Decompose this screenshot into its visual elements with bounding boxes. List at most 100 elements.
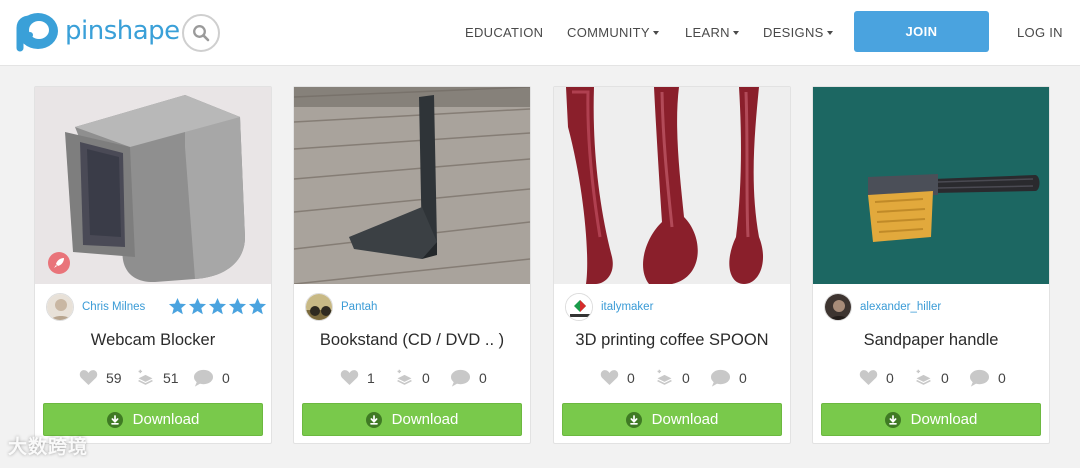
design-stats: 59 51 0 — [35, 369, 271, 389]
comments-count: 0 — [222, 370, 230, 386]
likes-stat[interactable]: 0 — [859, 369, 894, 386]
download-icon — [365, 411, 382, 428]
design-title[interactable]: 3D printing coffee SPOON — [554, 331, 790, 350]
design-thumbnail[interactable] — [294, 87, 530, 284]
download-button[interactable]: Download — [821, 403, 1041, 436]
design-card[interactable]: Chris Milnes Webcam Blocker 59 51 0 Down… — [34, 86, 272, 444]
brand-name: pinshape — [65, 16, 180, 46]
star-icon — [248, 297, 267, 316]
avatar[interactable] — [824, 293, 852, 321]
comment-icon — [193, 369, 214, 387]
download-button[interactable]: Download — [562, 403, 782, 436]
author-name[interactable]: Chris Milnes — [82, 301, 145, 313]
rocket-icon — [54, 258, 64, 268]
likes-stat[interactable]: 1 — [340, 369, 375, 386]
design-stats: 1 0 0 — [294, 369, 530, 389]
star-icon — [208, 297, 227, 316]
download-label: Download — [132, 411, 200, 428]
likes-stat[interactable]: 0 — [600, 369, 635, 386]
nav-education-label: EDUCATION — [465, 25, 544, 40]
download-label: Download — [910, 411, 978, 428]
makes-stat: 51 — [136, 369, 179, 386]
author-row: alexander_hiller — [824, 293, 941, 321]
search-button[interactable] — [182, 14, 220, 52]
makes-count: 51 — [163, 369, 179, 386]
design-title[interactable]: Bookstand (CD / DVD .. ) — [294, 331, 530, 350]
download-icon — [106, 411, 123, 428]
watermark: 大数跨境 — [8, 432, 88, 459]
site-header: pinshape EDUCATION COMMUNITY LEARN DESIG… — [0, 0, 1080, 66]
design-title[interactable]: Webcam Blocker — [35, 331, 271, 350]
nav-learn[interactable]: LEARN — [685, 25, 739, 40]
author-name[interactable]: italymaker — [601, 301, 653, 313]
download-label: Download — [651, 411, 719, 428]
heart-icon — [340, 369, 359, 386]
download-button[interactable]: Download — [302, 403, 522, 436]
nav-education[interactable]: EDUCATION — [465, 25, 543, 40]
nav-designs[interactable]: DESIGNS — [763, 25, 833, 40]
heart-icon — [600, 369, 619, 386]
comments-stat[interactable]: 0 — [193, 369, 230, 387]
avatar[interactable] — [565, 293, 593, 321]
comments-stat[interactable]: 0 — [710, 369, 747, 387]
avatar[interactable] — [46, 293, 74, 321]
likes-count: 1 — [367, 369, 375, 386]
design-thumbnail[interactable] — [554, 87, 790, 284]
avatar[interactable] — [305, 293, 333, 321]
makes-count: 0 — [422, 369, 430, 386]
download-label: Download — [391, 411, 459, 428]
heart-icon — [79, 369, 98, 386]
download-icon — [625, 411, 642, 428]
nav-community[interactable]: COMMUNITY — [567, 25, 659, 40]
design-stats: 0 0 0 — [554, 369, 790, 389]
rating-stars — [168, 297, 267, 316]
design-card[interactable]: italymaker 3D printing coffee SPOON 0 0 … — [553, 86, 791, 444]
heart-icon — [859, 369, 878, 386]
comments-count: 0 — [998, 370, 1006, 386]
star-icon — [168, 297, 187, 316]
comment-icon — [969, 369, 990, 387]
search-icon — [193, 25, 210, 42]
makes-stat: 0 — [395, 369, 430, 386]
likes-count: 0 — [627, 369, 635, 386]
comments-count: 0 — [479, 370, 487, 386]
makes-count: 0 — [941, 369, 949, 386]
comments-stat[interactable]: 0 — [969, 369, 1006, 387]
chevron-down-icon — [652, 31, 659, 35]
download-icon — [884, 411, 901, 428]
join-button[interactable]: JOIN — [854, 11, 989, 52]
design-thumbnail[interactable] — [35, 87, 271, 284]
likes-stat[interactable]: 59 — [79, 369, 122, 386]
likes-count: 59 — [106, 369, 122, 386]
chevron-down-icon — [826, 31, 833, 35]
chevron-down-icon — [732, 31, 739, 35]
pinshape-logo-icon — [12, 12, 60, 52]
nav-designs-label: DESIGNS — [763, 25, 824, 40]
design-title[interactable]: Sandpaper handle — [813, 331, 1049, 350]
design-card[interactable]: Pantah Bookstand (CD / DVD .. ) 1 0 0 Do… — [293, 86, 531, 444]
comment-icon — [710, 369, 731, 387]
design-stats: 0 0 0 — [813, 369, 1049, 389]
makes-stat: 0 — [914, 369, 949, 386]
pinshape-logo[interactable]: pinshape — [12, 12, 180, 52]
nav-community-label: COMMUNITY — [567, 25, 650, 40]
login-link[interactable]: LOG IN — [1017, 25, 1063, 40]
layers-icon — [395, 369, 414, 386]
comment-icon — [450, 369, 471, 387]
author-name[interactable]: Pantah — [341, 301, 377, 313]
author-row: Chris Milnes — [46, 293, 145, 321]
layers-icon — [914, 369, 933, 386]
watermark-text: 大数跨境 — [8, 437, 89, 458]
design-card[interactable]: alexander_hiller Sandpaper handle 0 0 0 … — [812, 86, 1050, 444]
layers-icon — [136, 369, 155, 386]
author-name[interactable]: alexander_hiller — [860, 301, 941, 313]
comments-count: 0 — [739, 370, 747, 386]
likes-count: 0 — [886, 369, 894, 386]
makes-stat: 0 — [655, 369, 690, 386]
author-row: italymaker — [565, 293, 653, 321]
comments-stat[interactable]: 0 — [450, 369, 487, 387]
makes-count: 0 — [682, 369, 690, 386]
author-row: Pantah — [305, 293, 377, 321]
layers-icon — [655, 369, 674, 386]
design-thumbnail[interactable] — [813, 87, 1049, 284]
